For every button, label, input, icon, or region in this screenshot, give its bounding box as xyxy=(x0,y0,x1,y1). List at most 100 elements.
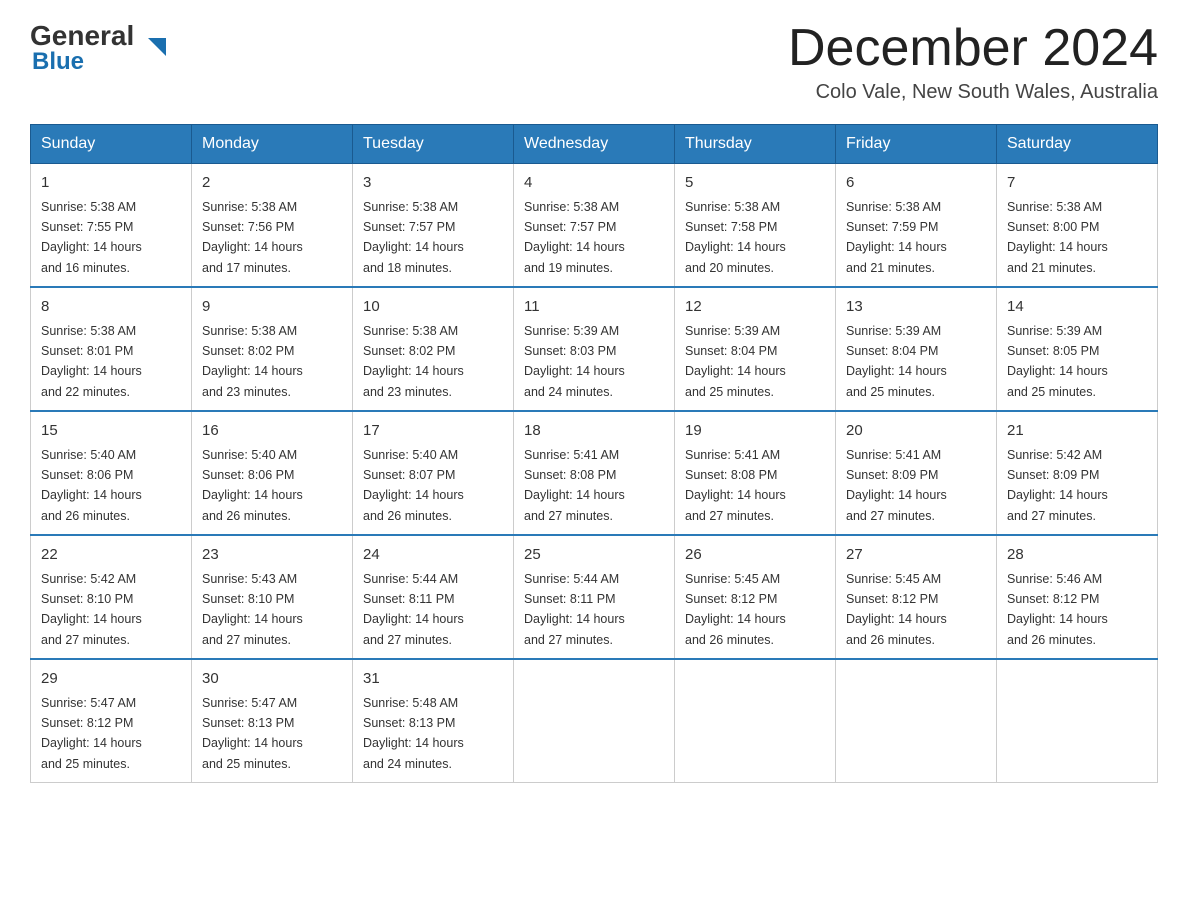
col-wednesday: Wednesday xyxy=(514,125,675,164)
table-row: 19 Sunrise: 5:41 AMSunset: 8:08 PMDaylig… xyxy=(675,411,836,535)
calendar-table: Sunday Monday Tuesday Wednesday Thursday… xyxy=(30,124,1158,783)
day-info: Sunrise: 5:39 AMSunset: 8:05 PMDaylight:… xyxy=(1007,324,1108,399)
day-number: 7 xyxy=(1007,172,1147,195)
day-info: Sunrise: 5:46 AMSunset: 8:12 PMDaylight:… xyxy=(1007,572,1108,647)
title-area: December 2024 Colo Vale, New South Wales… xyxy=(788,20,1158,104)
day-number: 17 xyxy=(363,420,503,443)
day-number: 14 xyxy=(1007,296,1147,319)
table-row xyxy=(836,659,997,783)
day-info: Sunrise: 5:38 AMSunset: 7:57 PMDaylight:… xyxy=(363,200,464,275)
day-info: Sunrise: 5:43 AMSunset: 8:10 PMDaylight:… xyxy=(202,572,303,647)
col-saturday: Saturday xyxy=(997,125,1158,164)
table-row: 28 Sunrise: 5:46 AMSunset: 8:12 PMDaylig… xyxy=(997,535,1158,659)
day-info: Sunrise: 5:38 AMSunset: 7:57 PMDaylight:… xyxy=(524,200,625,275)
col-thursday: Thursday xyxy=(675,125,836,164)
day-number: 28 xyxy=(1007,544,1147,567)
table-row: 14 Sunrise: 5:39 AMSunset: 8:05 PMDaylig… xyxy=(997,287,1158,411)
day-info: Sunrise: 5:38 AMSunset: 8:01 PMDaylight:… xyxy=(41,324,142,399)
day-number: 11 xyxy=(524,296,664,319)
calendar-header-row: Sunday Monday Tuesday Wednesday Thursday… xyxy=(31,125,1158,164)
day-number: 3 xyxy=(363,172,503,195)
day-info: Sunrise: 5:44 AMSunset: 8:11 PMDaylight:… xyxy=(524,572,625,647)
day-number: 29 xyxy=(41,668,181,691)
table-row: 13 Sunrise: 5:39 AMSunset: 8:04 PMDaylig… xyxy=(836,287,997,411)
table-row: 25 Sunrise: 5:44 AMSunset: 8:11 PMDaylig… xyxy=(514,535,675,659)
day-info: Sunrise: 5:42 AMSunset: 8:10 PMDaylight:… xyxy=(41,572,142,647)
table-row: 1 Sunrise: 5:38 AMSunset: 7:55 PMDayligh… xyxy=(31,164,192,288)
calendar-week-row: 15 Sunrise: 5:40 AMSunset: 8:06 PMDaylig… xyxy=(31,411,1158,535)
day-info: Sunrise: 5:44 AMSunset: 8:11 PMDaylight:… xyxy=(363,572,464,647)
table-row: 4 Sunrise: 5:38 AMSunset: 7:57 PMDayligh… xyxy=(514,164,675,288)
day-info: Sunrise: 5:38 AMSunset: 7:58 PMDaylight:… xyxy=(685,200,786,275)
col-sunday: Sunday xyxy=(31,125,192,164)
day-info: Sunrise: 5:47 AMSunset: 8:13 PMDaylight:… xyxy=(202,696,303,771)
table-row: 11 Sunrise: 5:39 AMSunset: 8:03 PMDaylig… xyxy=(514,287,675,411)
day-number: 2 xyxy=(202,172,342,195)
table-row: 23 Sunrise: 5:43 AMSunset: 8:10 PMDaylig… xyxy=(192,535,353,659)
day-number: 21 xyxy=(1007,420,1147,443)
day-info: Sunrise: 5:47 AMSunset: 8:12 PMDaylight:… xyxy=(41,696,142,771)
table-row: 22 Sunrise: 5:42 AMSunset: 8:10 PMDaylig… xyxy=(31,535,192,659)
table-row: 26 Sunrise: 5:45 AMSunset: 8:12 PMDaylig… xyxy=(675,535,836,659)
day-info: Sunrise: 5:38 AMSunset: 7:59 PMDaylight:… xyxy=(846,200,947,275)
day-number: 9 xyxy=(202,296,342,319)
day-number: 12 xyxy=(685,296,825,319)
day-number: 8 xyxy=(41,296,181,319)
day-info: Sunrise: 5:40 AMSunset: 8:06 PMDaylight:… xyxy=(41,448,142,523)
page-header: General Blue December 2024 Colo Vale, Ne… xyxy=(30,20,1158,104)
table-row: 27 Sunrise: 5:45 AMSunset: 8:12 PMDaylig… xyxy=(836,535,997,659)
day-info: Sunrise: 5:45 AMSunset: 8:12 PMDaylight:… xyxy=(846,572,947,647)
table-row xyxy=(514,659,675,783)
day-number: 19 xyxy=(685,420,825,443)
day-info: Sunrise: 5:39 AMSunset: 8:03 PMDaylight:… xyxy=(524,324,625,399)
table-row: 20 Sunrise: 5:41 AMSunset: 8:09 PMDaylig… xyxy=(836,411,997,535)
location-subtitle: Colo Vale, New South Wales, Australia xyxy=(788,81,1158,104)
calendar-week-row: 22 Sunrise: 5:42 AMSunset: 8:10 PMDaylig… xyxy=(31,535,1158,659)
day-info: Sunrise: 5:39 AMSunset: 8:04 PMDaylight:… xyxy=(846,324,947,399)
day-info: Sunrise: 5:38 AMSunset: 7:55 PMDaylight:… xyxy=(41,200,142,275)
table-row: 6 Sunrise: 5:38 AMSunset: 7:59 PMDayligh… xyxy=(836,164,997,288)
day-info: Sunrise: 5:38 AMSunset: 8:00 PMDaylight:… xyxy=(1007,200,1108,275)
table-row: 17 Sunrise: 5:40 AMSunset: 8:07 PMDaylig… xyxy=(353,411,514,535)
day-number: 5 xyxy=(685,172,825,195)
table-row: 10 Sunrise: 5:38 AMSunset: 8:02 PMDaylig… xyxy=(353,287,514,411)
day-number: 20 xyxy=(846,420,986,443)
table-row: 2 Sunrise: 5:38 AMSunset: 7:56 PMDayligh… xyxy=(192,164,353,288)
day-number: 24 xyxy=(363,544,503,567)
day-number: 15 xyxy=(41,420,181,443)
day-number: 16 xyxy=(202,420,342,443)
day-info: Sunrise: 5:38 AMSunset: 7:56 PMDaylight:… xyxy=(202,200,303,275)
day-number: 18 xyxy=(524,420,664,443)
logo-area: General Blue xyxy=(30,20,147,76)
table-row: 5 Sunrise: 5:38 AMSunset: 7:58 PMDayligh… xyxy=(675,164,836,288)
day-info: Sunrise: 5:42 AMSunset: 8:09 PMDaylight:… xyxy=(1007,448,1108,523)
table-row: 8 Sunrise: 5:38 AMSunset: 8:01 PMDayligh… xyxy=(31,287,192,411)
calendar-week-row: 1 Sunrise: 5:38 AMSunset: 7:55 PMDayligh… xyxy=(31,164,1158,288)
day-info: Sunrise: 5:45 AMSunset: 8:12 PMDaylight:… xyxy=(685,572,786,647)
col-monday: Monday xyxy=(192,125,353,164)
table-row xyxy=(997,659,1158,783)
day-number: 23 xyxy=(202,544,342,567)
month-title: December 2024 xyxy=(788,20,1158,77)
day-info: Sunrise: 5:38 AMSunset: 8:02 PMDaylight:… xyxy=(363,324,464,399)
day-info: Sunrise: 5:41 AMSunset: 8:08 PMDaylight:… xyxy=(685,448,786,523)
table-row: 3 Sunrise: 5:38 AMSunset: 7:57 PMDayligh… xyxy=(353,164,514,288)
calendar-week-row: 8 Sunrise: 5:38 AMSunset: 8:01 PMDayligh… xyxy=(31,287,1158,411)
day-info: Sunrise: 5:48 AMSunset: 8:13 PMDaylight:… xyxy=(363,696,464,771)
col-tuesday: Tuesday xyxy=(353,125,514,164)
day-number: 26 xyxy=(685,544,825,567)
day-number: 30 xyxy=(202,668,342,691)
day-number: 4 xyxy=(524,172,664,195)
day-info: Sunrise: 5:38 AMSunset: 8:02 PMDaylight:… xyxy=(202,324,303,399)
calendar-week-row: 29 Sunrise: 5:47 AMSunset: 8:12 PMDaylig… xyxy=(31,659,1158,783)
day-number: 13 xyxy=(846,296,986,319)
day-number: 6 xyxy=(846,172,986,195)
day-info: Sunrise: 5:40 AMSunset: 8:06 PMDaylight:… xyxy=(202,448,303,523)
table-row: 18 Sunrise: 5:41 AMSunset: 8:08 PMDaylig… xyxy=(514,411,675,535)
table-row: 30 Sunrise: 5:47 AMSunset: 8:13 PMDaylig… xyxy=(192,659,353,783)
col-friday: Friday xyxy=(836,125,997,164)
day-info: Sunrise: 5:40 AMSunset: 8:07 PMDaylight:… xyxy=(363,448,464,523)
table-row xyxy=(675,659,836,783)
day-number: 1 xyxy=(41,172,181,195)
table-row: 16 Sunrise: 5:40 AMSunset: 8:06 PMDaylig… xyxy=(192,411,353,535)
